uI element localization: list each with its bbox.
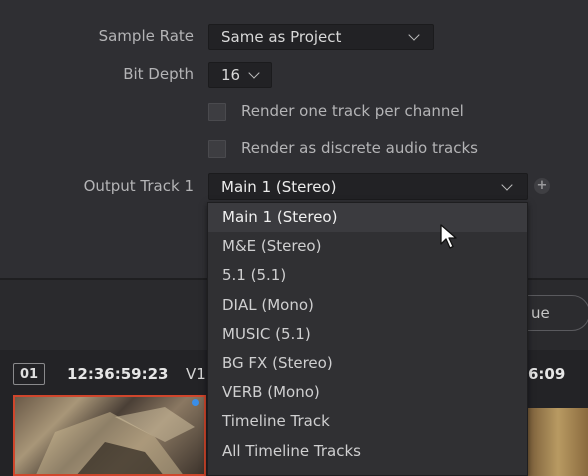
output-track-value: Main 1 (Stereo) [221,177,337,196]
dropdown-item-verb[interactable]: VERB (Mono) [208,378,527,407]
dropdown-item-main-1[interactable]: Main 1 (Stereo) [208,203,527,233]
dropdown-item-timeline-track[interactable]: Timeline Track [208,407,527,436]
clip-number-badge: 01 [13,363,45,385]
bit-depth-label: Bit Depth [123,65,194,83]
render-discrete-checkbox[interactable] [208,140,226,158]
render-discrete-label: Render as discrete audio tracks [241,139,478,157]
bit-depth-value: 16 [221,66,241,84]
dropdown-item-all-timeline-tracks[interactable]: All Timeline Tracks [208,437,527,466]
clip-timecode: 12:36:59:23 [67,365,169,383]
dropdown-item-bg-fx[interactable]: BG FX (Stereo) [208,349,527,378]
clip-track: V1 [186,365,206,383]
clip-thumbnail-image [36,407,195,474]
plus-circle-icon[interactable]: + [534,178,550,194]
add-to-render-queue-label: ue [531,304,550,322]
chevron-down-icon [408,29,420,41]
clip-marker-dot [192,399,199,406]
dropdown-item-dial[interactable]: DIAL (Mono) [208,291,527,320]
render-per-channel-label: Render one track per channel [241,102,464,120]
chevron-down-icon [501,179,513,191]
sample-rate-select[interactable]: Same as Project [208,24,434,50]
render-per-channel-checkbox[interactable] [208,103,226,121]
clip-thumbnail[interactable] [13,395,206,476]
dropdown-item-me[interactable]: M&E (Stereo) [208,232,527,261]
sample-rate-value: Same as Project [221,28,342,46]
bit-depth-select[interactable]: 16 [208,62,272,88]
clip-thumbnail-2[interactable] [528,408,588,476]
sample-rate-label: Sample Rate [98,27,194,45]
mouse-pointer-icon [440,224,457,249]
clip-timecode-right: 6:09 [528,365,566,383]
chevron-down-icon [248,67,260,79]
output-track-label: Output Track 1 [83,177,194,195]
dropdown-item-music[interactable]: MUSIC (5.1) [208,320,527,349]
output-track-dropdown: Main 1 (Stereo) M&E (Stereo) 5.1 (5.1) D… [207,202,528,476]
output-track-select[interactable]: Main 1 (Stereo) [208,173,528,200]
dropdown-item-5-1[interactable]: 5.1 (5.1) [208,261,527,290]
